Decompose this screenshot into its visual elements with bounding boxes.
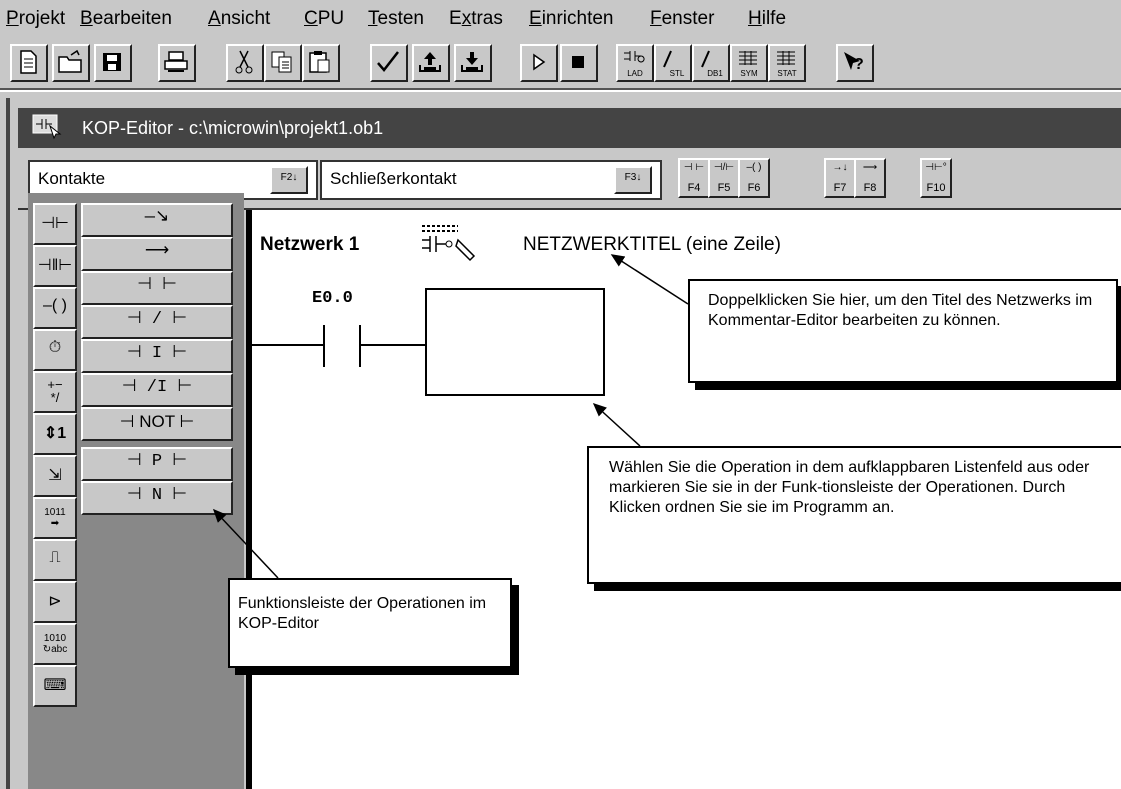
callout-title-hint: Doppelklicken Sie hier, um den Titel des… xyxy=(688,279,1118,383)
callout-operation-hint: Wählen Sie die Operation in dem aufklapp… xyxy=(587,446,1121,584)
callout-palette-hint: Funktionsleiste der Operationen im KOP-E… xyxy=(228,578,512,668)
callout-arrows xyxy=(212,254,689,579)
